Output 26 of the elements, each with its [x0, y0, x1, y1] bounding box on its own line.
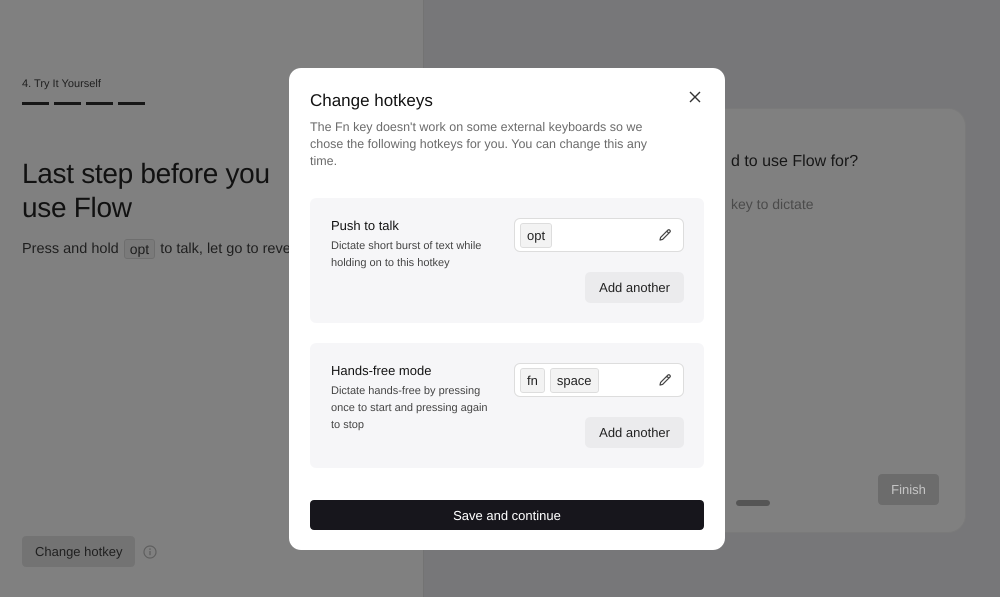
hotkey-field[interactable]: fn space: [514, 363, 684, 397]
handle-bar[interactable]: [736, 500, 770, 506]
step-label: 4. Try It Yourself: [22, 78, 102, 90]
modal-description: The Fn key doesn't work on some external keyboards so we chose the following hotkeys for you. You can change this any time.: [310, 119, 648, 170]
question-text: d to use Flow for?: [731, 153, 860, 171]
section-description: Dictate hands-free by pressing once to start and pressing again to stop: [331, 384, 489, 433]
modal-title: Change hotkeys: [310, 91, 433, 111]
pencil-icon[interactable]: [658, 373, 672, 387]
headline-text: use Flow: [22, 191, 133, 225]
section-title: Push to talk: [331, 218, 400, 233]
key-chip: opt: [124, 239, 156, 259]
hotkey-field[interactable]: opt: [514, 218, 684, 252]
instruction-text: to talk, let go to reve: [160, 241, 291, 257]
headline-text: Last step before you: [22, 157, 271, 191]
save-continue-button[interactable]: Save and continue: [310, 500, 704, 530]
key-chip: opt: [520, 222, 552, 248]
add-another-button[interactable]: Add another: [585, 417, 684, 448]
key-chip: fn: [520, 368, 545, 392]
close-icon[interactable]: [689, 91, 701, 103]
pencil-icon[interactable]: [658, 228, 672, 242]
add-another-button[interactable]: Add another: [585, 272, 684, 303]
section-title: Hands-free mode: [331, 363, 432, 378]
change-hotkey-button[interactable]: Change hotkey: [22, 536, 136, 567]
instruction-text: Press and hold: [22, 241, 119, 257]
section-description: Dictate short burst of text while holding on to this hotkey: [331, 239, 482, 271]
key-chip: space: [550, 368, 599, 392]
